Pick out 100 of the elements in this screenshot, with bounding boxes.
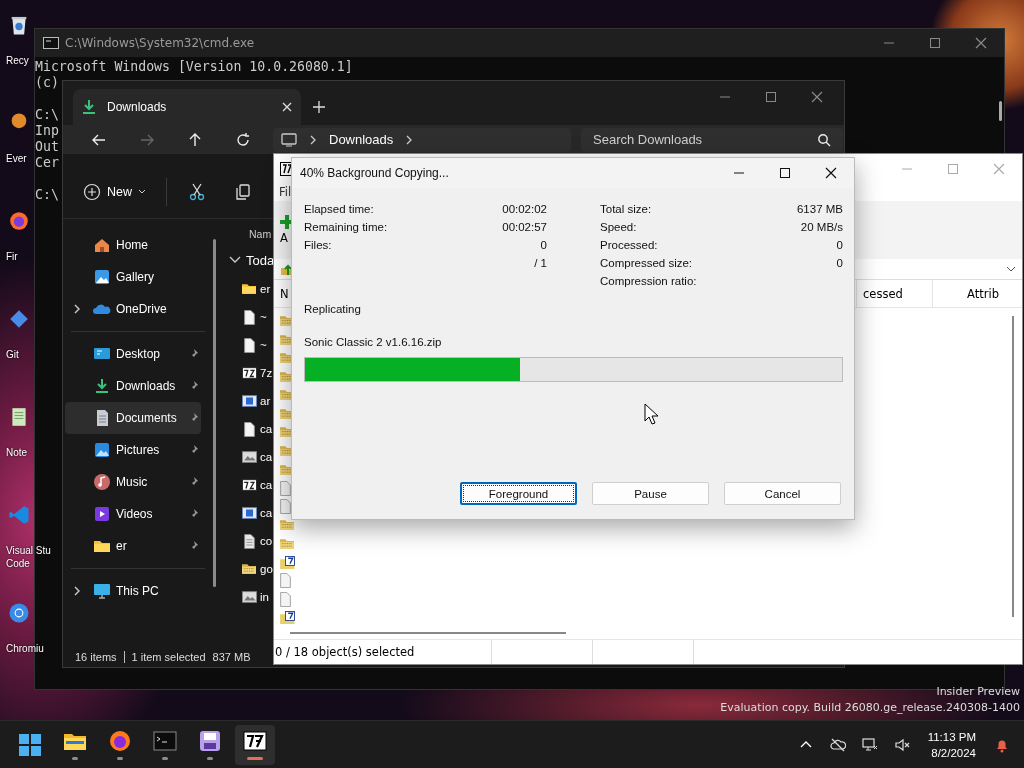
sidebar-item[interactable]: Gallery xyxy=(65,261,201,293)
file-name[interactable]: er xyxy=(260,283,271,295)
zip-folder-icon xyxy=(280,538,294,549)
scrollbar-thumb[interactable] xyxy=(213,239,216,587)
browser-icon[interactable] xyxy=(8,210,30,232)
group-header[interactable]: Toda xyxy=(246,252,275,268)
file-icon xyxy=(243,421,255,437)
clock-date: 8/2/2024 xyxy=(931,745,976,761)
refresh-icon[interactable] xyxy=(235,131,251,148)
dialog-button[interactable]: Pause xyxy=(592,482,709,505)
watermark-text: Evaluation copy. Build 26080.ge_release.240308-1400 xyxy=(720,700,1020,716)
speaker-muted-icon[interactable] xyxy=(893,736,910,753)
copy-icon[interactable] xyxy=(234,183,252,201)
dialog-button[interactable]: Foreground xyxy=(460,482,577,505)
status-text: 16 items xyxy=(75,651,117,663)
column-header[interactable]: N xyxy=(280,286,289,301)
chevron-right-icon[interactable] xyxy=(73,585,81,597)
scrollbar-thumb[interactable] xyxy=(999,101,1002,121)
document-icon xyxy=(243,533,255,549)
browser-icon[interactable] xyxy=(8,602,30,624)
network-icon[interactable] xyxy=(861,736,878,753)
sidebar-item[interactable]: OneDrive xyxy=(65,293,201,325)
file-name[interactable]: ~ xyxy=(260,339,267,351)
maximize-icon[interactable] xyxy=(777,167,793,179)
stat-label: Compression ratio: xyxy=(600,275,697,287)
desktop-icon-label[interactable]: Git xyxy=(6,348,19,361)
film-icon xyxy=(241,395,257,407)
file-name[interactable]: ca xyxy=(260,479,273,491)
address-bar[interactable]: Downloads xyxy=(273,127,571,152)
column-header[interactable]: cessed xyxy=(863,286,903,301)
operation-text: Replicating xyxy=(304,303,362,317)
sidebar-item[interactable]: Desktop xyxy=(65,338,201,370)
diamond-icon[interactable] xyxy=(8,308,30,330)
start-icon xyxy=(18,732,42,757)
desktop-icon-label[interactable]: Note xyxy=(6,446,28,459)
scissors-icon[interactable] xyxy=(188,183,206,201)
breadcrumb[interactable]: Downloads xyxy=(329,132,394,147)
sidebar-item[interactable]: Home xyxy=(65,229,201,261)
file-name[interactable]: in xyxy=(260,591,269,603)
sidebar-item[interactable]: This PC xyxy=(65,575,201,607)
desktop-icon-label[interactable]: Ever xyxy=(6,152,27,165)
dialog-title: 40% Background Copying... xyxy=(300,166,449,180)
file-name[interactable]: co xyxy=(260,535,273,547)
column-header[interactable]: Attrib xyxy=(967,286,999,301)
stat-value: / 1 xyxy=(534,257,547,269)
up-arrow-icon[interactable] xyxy=(187,131,203,148)
menu-item[interactable]: Fil xyxy=(279,185,292,199)
file-name[interactable]: ca xyxy=(260,451,273,463)
archive-icon xyxy=(241,367,257,379)
music-note-icon xyxy=(93,473,111,491)
file-name[interactable]: ca xyxy=(260,423,273,435)
sidebar-item[interactable]: Videos xyxy=(65,498,201,530)
file-name[interactable]: ca xyxy=(260,507,273,519)
search-icon xyxy=(817,132,831,147)
console-line: Microsoft Windows [Version 10.0.26080.1] xyxy=(35,59,353,75)
close-icon[interactable] xyxy=(281,101,293,113)
desktop-icon-label[interactable]: Chromiu xyxy=(6,642,44,655)
sidebar-item[interactable]: Pictures xyxy=(65,434,201,466)
sidebar-item[interactable]: Downloads xyxy=(65,370,201,402)
dialog-button[interactable]: Cancel xyxy=(724,482,841,505)
sidebar-item[interactable]: Music xyxy=(65,466,201,498)
desktop-icon-label[interactable]: Fir xyxy=(6,250,18,263)
sidebar-item[interactable]: Documents xyxy=(65,402,201,434)
desktop-icon-label[interactable]: Recy xyxy=(6,54,29,67)
new-button[interactable]: New xyxy=(77,179,152,205)
chevron-right-icon[interactable] xyxy=(73,303,81,315)
archive-icon xyxy=(280,611,295,625)
toolbar-label[interactable]: A xyxy=(280,231,288,245)
sidebar-item[interactable]: er xyxy=(65,530,201,562)
stat-value: 0 xyxy=(540,239,547,251)
chevron-down-icon[interactable] xyxy=(229,256,241,264)
column-header[interactable]: Nam xyxy=(249,223,272,245)
file-name[interactable]: ~ xyxy=(260,311,267,323)
stat-value: 00:02:02 xyxy=(502,203,547,215)
chevron-right-icon xyxy=(309,134,317,145)
console-line: (c) xyxy=(35,75,59,91)
stat-label: Speed: xyxy=(600,221,637,233)
image-file-icon xyxy=(241,451,257,463)
file-name[interactable]: ar xyxy=(260,395,271,407)
taskbar-button[interactable] xyxy=(235,724,275,765)
download-icon xyxy=(93,377,111,395)
file-name[interactable]: 7z xyxy=(260,367,273,379)
close-icon[interactable] xyxy=(823,167,839,179)
pointer-icon xyxy=(644,403,658,425)
desktop-icon-label[interactable]: Visual Stu Code xyxy=(6,544,51,570)
zip-folder-icon xyxy=(242,564,256,574)
search-field[interactable]: Search Downloads xyxy=(581,127,843,152)
scrollbar-thumb[interactable] xyxy=(290,632,566,634)
scrollbar-thumb[interactable] xyxy=(1012,316,1014,617)
archive-icon xyxy=(280,555,295,569)
clock[interactable]: 11:13 PM 8/2/2024 xyxy=(919,728,984,761)
caret-icon[interactable] xyxy=(1006,266,1016,272)
chevron-right-icon xyxy=(405,134,414,145)
tab[interactable]: Downloads xyxy=(73,89,301,125)
caret-icon xyxy=(138,189,146,195)
cloud-off-icon[interactable] xyxy=(829,736,846,753)
file-name[interactable]: go xyxy=(260,563,273,575)
terminal-icon xyxy=(43,37,59,49)
stat-label: Remaining time: xyxy=(304,221,388,233)
stat-label: Elapsed time: xyxy=(304,203,374,215)
